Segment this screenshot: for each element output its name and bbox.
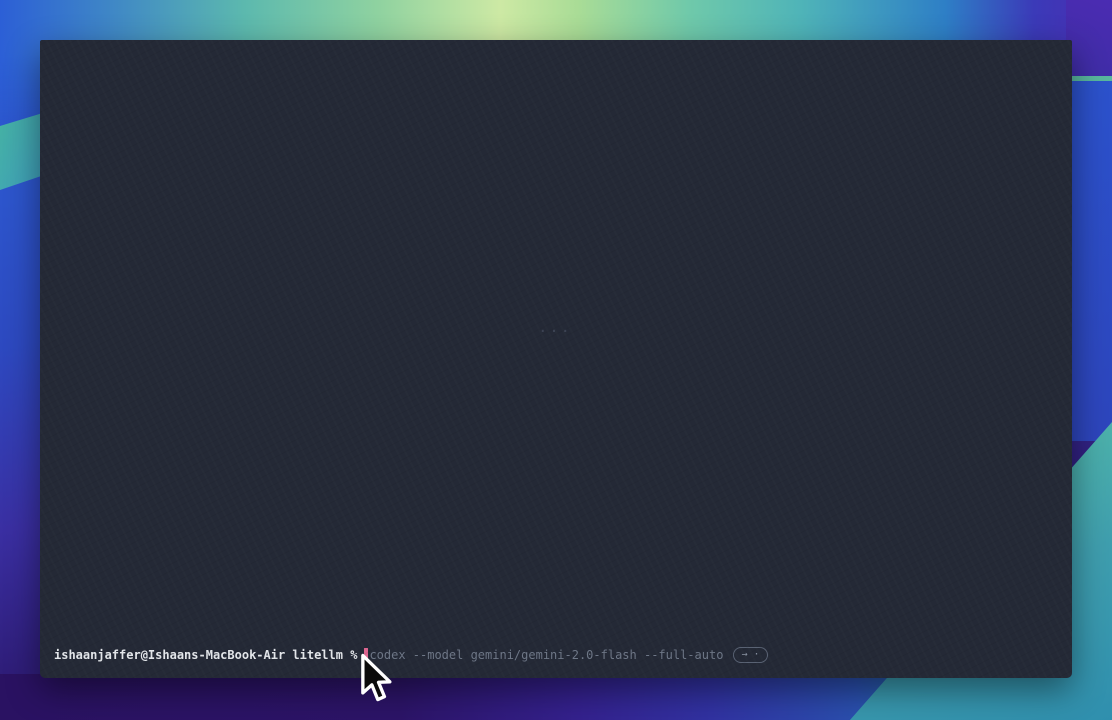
shell-prompt: ishaanjaffer@Ishaans-MacBook-Air litellm…: [54, 647, 357, 663]
terminal-loading-dots: ···: [539, 324, 573, 338]
wallpaper-right-blue-band: [1066, 81, 1112, 441]
text-cursor: [364, 648, 368, 663]
command-autosuggestion: codex --model gemini/gemini-2.0-flash --…: [369, 647, 723, 663]
accept-suggestion-hint: → ·: [733, 647, 767, 663]
terminal-window[interactable]: ··· ishaanjaffer@Ishaans-MacBook-Air lit…: [40, 40, 1072, 678]
wallpaper-right-purple-corner: [1066, 0, 1112, 78]
terminal-prompt-line[interactable]: ishaanjaffer@Ishaans-MacBook-Air litellm…: [54, 647, 768, 663]
